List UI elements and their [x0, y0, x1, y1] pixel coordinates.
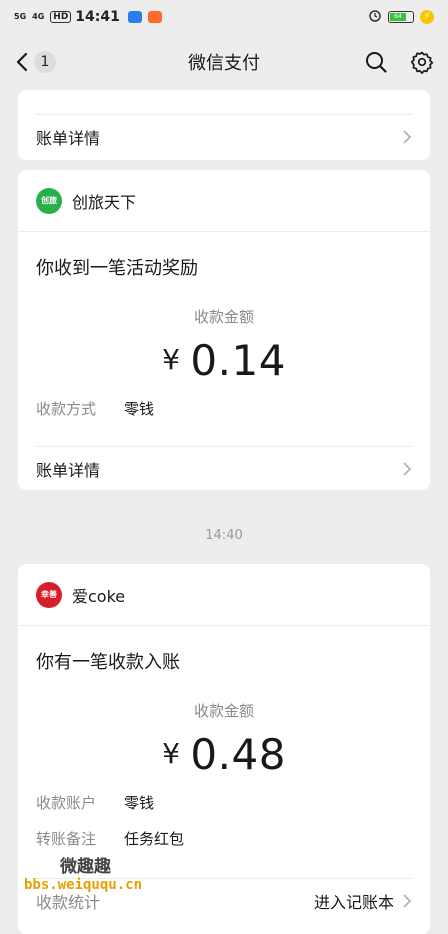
unread-badge: 1: [34, 51, 56, 73]
chevron-right-icon: [403, 130, 412, 144]
time-separator: 14:40: [205, 528, 243, 543]
field-key: 收款账户: [36, 794, 97, 812]
merchant-header[interactable]: 幸善 爱coke: [18, 564, 430, 626]
back-chevron-icon: [16, 52, 28, 72]
nav-bar: 1 微信支付: [0, 34, 448, 90]
card-headline: 你有一笔收款入账: [36, 652, 180, 673]
amount-label: 收款金额: [193, 308, 254, 326]
search-icon[interactable]: [364, 50, 388, 74]
battery-icon: 64: [388, 11, 414, 23]
field-value: 零钱: [124, 400, 155, 418]
field-value: 零钱: [124, 794, 155, 812]
field-remark: 转账备注 任务红包: [36, 828, 184, 849]
amount-number: 0.14: [190, 336, 286, 385]
taobao-notification-icon: [147, 11, 162, 23]
bill-details-link[interactable]: 账单详情: [36, 446, 412, 490]
status-bar: 5G 4G HD 14:41 64 ⚡: [0, 0, 448, 34]
alarm-icon: [368, 8, 382, 26]
chevron-right-icon: [403, 462, 412, 476]
amount-label: 收款金额: [193, 702, 254, 720]
field-value: 任务红包: [124, 830, 185, 848]
charging-icon: ⚡: [420, 10, 434, 24]
previous-card: 账单详情: [18, 90, 430, 160]
status-time: 14:41: [75, 9, 120, 25]
watermark-url: bbs.weiququ.cn: [24, 877, 143, 893]
signal-4g: 4G: [32, 12, 45, 21]
amount-value: ¥0.14: [18, 336, 430, 385]
watermark: 微趣趣 bbs.weiququ.cn: [24, 852, 142, 893]
card-headline: 你收到一笔活动奖励: [36, 258, 198, 279]
currency-symbol: ¥: [162, 343, 181, 376]
field-account: 收款账户 零钱: [36, 792, 154, 813]
bill-details-link[interactable]: 账单详情: [36, 114, 412, 159]
app-notification-icon: [127, 11, 142, 23]
watermark-title: 微趣趣: [60, 857, 111, 877]
amount-value: ¥0.48: [18, 730, 430, 779]
merchant-logo: 幸善: [36, 581, 62, 608]
currency-symbol: ¥: [162, 737, 181, 770]
merchant-name: 爱coke: [72, 586, 126, 606]
field-payment-method: 收款方式 零钱: [36, 398, 154, 419]
merchant-logo: 创旅: [36, 187, 62, 214]
settings-gear-icon[interactable]: [410, 50, 434, 74]
field-key: 收款方式: [36, 400, 97, 418]
amount-number: 0.48: [190, 730, 286, 779]
hd-indicator: HD: [50, 11, 72, 23]
chevron-right-icon: [403, 894, 412, 908]
merchant-name: 创旅天下: [72, 192, 137, 212]
field-key: 转账备注: [36, 830, 97, 848]
battery-level: 64: [390, 13, 406, 21]
bill-details-label: 账单详情: [36, 129, 101, 148]
back-button[interactable]: 1: [14, 51, 56, 73]
ledger-link[interactable]: 进入记账本: [314, 889, 394, 913]
signal-5g: 5G: [14, 12, 27, 21]
merchant-header[interactable]: 创旅 创旅天下: [18, 170, 430, 232]
payment-card-1: 创旅 创旅天下 你收到一笔活动奖励 收款金额 ¥0.14 收款方式 零钱 账单详…: [18, 170, 430, 490]
bill-details-label: 账单详情: [36, 461, 101, 480]
